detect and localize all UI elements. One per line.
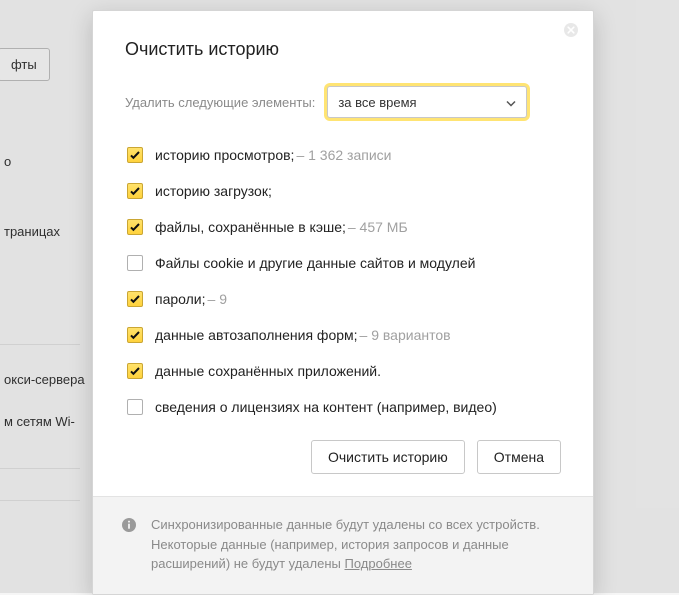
checkbox-app-data[interactable] [127,363,143,379]
option-label: Файлы cookie и другие данные сайтов и мо… [155,255,475,271]
dialog-title: Очистить историю [125,39,561,60]
checkbox-content-licenses[interactable] [127,399,143,415]
checkbox-cookies[interactable] [127,255,143,271]
learn-more-link[interactable]: Подробнее [345,556,412,571]
cancel-button[interactable]: Отмена [477,440,561,474]
option-label: данные автозаполнения форм; [155,327,358,343]
option-meta: – 457 МБ [348,219,408,235]
dialog-buttons: Очистить историю Отмена [125,432,561,496]
option-passwords: пароли; – 9 [127,288,561,310]
footer-text: Синхронизированные данные будут удалены … [151,515,563,574]
checkbox-browsing-history[interactable] [127,147,143,163]
option-label: данные сохранённых приложений. [155,363,381,379]
clear-history-button[interactable]: Очистить историю [311,440,465,474]
time-range-row: Удалить следующие элементы: за все время [125,86,561,118]
option-label: историю просмотров; [155,147,294,163]
options-list: историю просмотров; – 1 362 записи истор… [127,144,561,418]
time-range-value: за все время [338,95,416,110]
close-button[interactable] [561,21,581,41]
time-range-select[interactable]: за все время [327,86,527,118]
clear-history-dialog: Очистить историю Удалить следующие элеме… [92,10,594,595]
option-label: файлы, сохранённые в кэше; [155,219,346,235]
option-meta: – 1 362 записи [296,147,391,163]
option-label: сведения о лицензиях на контент (наприме… [155,399,497,415]
info-icon [121,517,137,533]
close-icon [563,22,579,41]
option-app-data: данные сохранённых приложений. [127,360,561,382]
option-autofill: данные автозаполнения форм; – 9 варианто… [127,324,561,346]
checkbox-download-history[interactable] [127,183,143,199]
option-download-history: историю загрузок; [127,180,561,202]
option-label: историю загрузок; [155,183,272,199]
chevron-down-icon [506,95,516,110]
checkbox-passwords[interactable] [127,291,143,307]
option-cookies: Файлы cookie и другие данные сайтов и мо… [127,252,561,274]
option-meta: – 9 [208,291,227,307]
option-label: пароли; [155,291,206,307]
checkbox-cached-files[interactable] [127,219,143,235]
option-cached-files: файлы, сохранённые в кэше; – 457 МБ [127,216,561,238]
checkbox-autofill[interactable] [127,327,143,343]
time-range-label: Удалить следующие элементы: [125,95,315,110]
option-meta: – 9 вариантов [360,327,451,343]
option-browsing-history: историю просмотров; – 1 362 записи [127,144,561,166]
option-content-licenses: сведения о лицензиях на контент (наприме… [127,396,561,418]
dialog-footer: Синхронизированные данные будут удалены … [93,496,593,594]
